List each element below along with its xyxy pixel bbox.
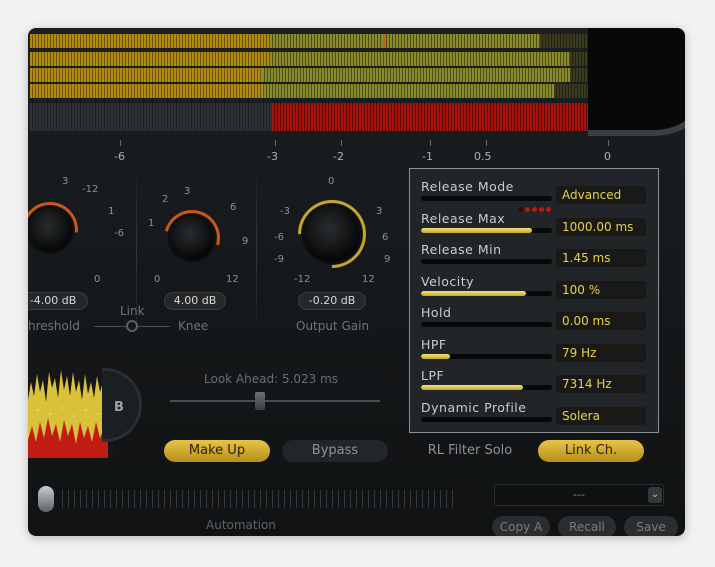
- knob-tick: 3: [62, 176, 69, 187]
- popup-row-value[interactable]: 1000.00 ms: [556, 217, 646, 236]
- knee-label: Knee: [178, 319, 209, 333]
- divider: [136, 172, 137, 322]
- popup-row-slider[interactable]: [421, 385, 552, 390]
- meter-bar-3: [30, 68, 610, 82]
- chevron-down-icon[interactable]: ⌄: [648, 487, 662, 503]
- plugin-window: -6 -3 -2 -1 0.5 0 3 -12 1 -6 0 -4.00 dB …: [28, 28, 685, 536]
- indicator-dot: [532, 207, 537, 212]
- knob-tick: 0: [328, 176, 335, 187]
- scale-label: -6: [114, 150, 125, 163]
- indicator-dot: [525, 207, 530, 212]
- popup-row-slider[interactable]: [421, 227, 552, 233]
- knee-knob[interactable]: [170, 216, 214, 260]
- popup-row-slider-fill: [421, 290, 526, 296]
- popup-row-slider[interactable]: [421, 290, 552, 296]
- popup-row-label: Velocity: [421, 273, 475, 289]
- popup-row-slider-fill: [421, 385, 524, 390]
- scale-label: 0: [604, 150, 611, 163]
- knob-tick: -9: [274, 254, 284, 265]
- scale-label: 0.5: [474, 150, 492, 163]
- popup-row-slider-fill: [421, 227, 533, 233]
- popup-row-slider[interactable]: [421, 416, 552, 422]
- popup-row-slider[interactable]: [421, 322, 552, 327]
- make-up-button[interactable]: Make Up: [164, 440, 270, 462]
- knob-tick: 9: [242, 236, 249, 247]
- popup-row-value[interactable]: 7314 Hz: [556, 375, 646, 393]
- indicator-dot: [539, 207, 544, 212]
- knob-tick: 12: [362, 274, 375, 285]
- knob-tick: 6: [230, 202, 237, 213]
- knob-tick: -12: [294, 274, 311, 285]
- link-channels-button[interactable]: Link Ch.: [538, 440, 644, 462]
- knob-tick: -3: [280, 206, 290, 217]
- popup-row-label: Hold: [421, 305, 452, 320]
- knob-tick: -6: [114, 228, 124, 239]
- popup-row-label: Release Max: [421, 210, 506, 226]
- scale-label: -3: [267, 150, 278, 163]
- knee-value[interactable]: 4.00 dB: [164, 292, 226, 310]
- scale-label: -1: [422, 150, 433, 163]
- scale-label: -2: [333, 150, 344, 163]
- copy-a-button[interactable]: Copy A: [492, 516, 550, 536]
- threshold-label: hreshold: [28, 319, 80, 333]
- popup-row-label: Dynamic Profile: [421, 399, 527, 415]
- knob-tick: 6: [382, 232, 389, 243]
- look-ahead-label: Look Ahead: 5.023 ms: [204, 372, 339, 386]
- link-label: Link: [120, 304, 145, 318]
- knob-tick: -6: [274, 232, 284, 243]
- look-ahead-slider-track[interactable]: [170, 400, 380, 402]
- indicator-dot: [518, 207, 523, 212]
- automation-strip[interactable]: [62, 490, 454, 508]
- popup-row-value[interactable]: 1.45 ms: [556, 249, 646, 267]
- knob-tick: 0: [94, 274, 101, 285]
- advanced-release-popup: Release Mode Advanced Release Max 1000.00 m…: [409, 168, 659, 433]
- meter-bar-1: [30, 34, 610, 48]
- indicator-dot: [546, 207, 551, 212]
- knob-tick: 1: [108, 206, 115, 217]
- popup-row-value[interactable]: Solera: [556, 406, 646, 425]
- divider: [256, 172, 257, 322]
- popup-row-label: HPF: [421, 336, 447, 352]
- b-channel-label[interactable]: B: [114, 400, 124, 415]
- popup-row-label: Release Min: [421, 242, 502, 257]
- popup-row-label: Release Mode: [421, 179, 514, 194]
- output-gain-label: Output Gain: [296, 319, 370, 333]
- knob-tick: 9: [384, 254, 391, 265]
- recall-button[interactable]: Recall: [558, 516, 616, 536]
- threshold-knob[interactable]: [28, 208, 72, 252]
- knob-tick: 1: [148, 218, 155, 229]
- popup-row-label: LPF: [421, 368, 445, 383]
- popup-row-slider[interactable]: [421, 259, 552, 264]
- popup-row-slider[interactable]: [421, 353, 552, 359]
- popup-row-slider-fill: [421, 353, 450, 359]
- popup-row-value[interactable]: 79 Hz: [556, 343, 646, 362]
- knob-tick: 2: [162, 194, 169, 205]
- preset-select[interactable]: ---: [494, 484, 664, 506]
- rl-filter-solo-button[interactable]: RL Filter Solo: [412, 440, 528, 462]
- knob-tick: 3: [376, 206, 383, 217]
- popup-row-value[interactable]: 100 %: [556, 280, 646, 299]
- look-ahead-slider-thumb[interactable]: [255, 392, 266, 410]
- meter-bar-4: [30, 84, 610, 98]
- meter-bar-2: [30, 52, 610, 66]
- gain-reduction-meter: [30, 103, 610, 131]
- output-gain-value[interactable]: -0.20 dB: [298, 292, 366, 310]
- link-toggle[interactable]: [126, 320, 138, 332]
- knob-tick: 12: [226, 274, 239, 285]
- level-meter-panel: [28, 28, 685, 136]
- popup-row-value[interactable]: 0.00 ms: [556, 312, 646, 330]
- knob-tick: -12: [82, 184, 99, 195]
- automation-handle[interactable]: [38, 486, 54, 512]
- output-gain-knob[interactable]: [304, 206, 360, 262]
- knob-tick: 3: [184, 186, 191, 197]
- release-mode-indicator: [516, 197, 552, 212]
- automation-label: Automation: [206, 518, 276, 532]
- meter-end-cap: [588, 28, 685, 136]
- knob-tick: 0: [154, 274, 161, 285]
- save-button[interactable]: Save: [624, 516, 678, 536]
- popup-row-value[interactable]: Advanced: [556, 186, 646, 204]
- threshold-value[interactable]: -4.00 dB: [28, 292, 88, 310]
- bypass-button[interactable]: Bypass: [282, 440, 388, 462]
